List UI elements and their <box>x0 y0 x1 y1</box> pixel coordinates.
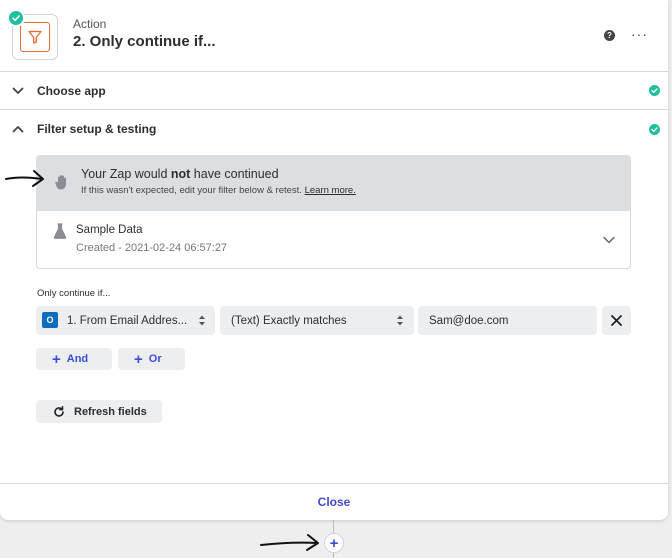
chevron-down-icon[interactable] <box>602 235 616 245</box>
step-title: 2. Only continue if... <box>73 33 216 50</box>
flask-icon <box>53 223 67 239</box>
filter-result-alert: Your Zap would not have continued If thi… <box>36 155 631 211</box>
field-select-value: 1. From Email Addres... <box>67 314 188 327</box>
close-icon <box>611 315 622 326</box>
alert-title: Your Zap would not have continued <box>81 167 279 181</box>
sample-data-panel[interactable]: Sample Data Created - 2021-02-24 06:57:2… <box>36 211 631 269</box>
check-circle-icon <box>649 123 660 135</box>
value-input-text: Sam@doe.com <box>429 314 509 327</box>
sample-created: Created - 2021-02-24 06:57:27 <box>76 242 228 254</box>
section-label: Choose app <box>37 83 106 98</box>
condition-select-value: (Text) Exactly matches <box>231 314 347 327</box>
step-complete-icon <box>7 9 25 27</box>
section-choose-app[interactable]: Choose app <box>0 72 668 110</box>
sample-title: Sample Data <box>76 224 143 236</box>
refresh-fields-button[interactable]: Refresh fields <box>36 400 162 423</box>
select-arrows-icon <box>199 315 205 326</box>
refresh-icon <box>54 405 64 417</box>
section-filter-setup[interactable]: Filter setup & testing <box>0 110 668 148</box>
plus-icon: + <box>134 350 143 368</box>
refresh-label: Refresh fields <box>74 405 147 418</box>
step-kind: Action <box>73 17 107 31</box>
add-and-button[interactable]: + And <box>36 348 112 370</box>
stop-hand-icon <box>55 175 66 190</box>
add-or-label: Or <box>148 353 162 365</box>
step-card: Action 2. Only continue if... ? ··· Choo… <box>0 0 668 520</box>
condition-select[interactable]: (Text) Exactly matches <box>220 306 414 335</box>
value-input[interactable]: Sam@doe.com <box>418 306 597 335</box>
learn-more-link[interactable]: Learn more. <box>305 185 356 196</box>
alert-subtitle: If this wasn't expected, edit your filte… <box>81 185 356 196</box>
add-and-label: And <box>66 353 89 365</box>
add-step-button[interactable]: + <box>324 533 344 553</box>
help-icon[interactable]: ? <box>604 30 615 41</box>
filter-label: Only continue if... <box>37 288 111 299</box>
section-label: Filter setup & testing <box>37 122 157 136</box>
annotation-arrow-icon <box>260 534 319 551</box>
annotation-arrow-icon <box>5 170 44 187</box>
field-select[interactable]: O 1. From Email Addres... <box>36 306 215 335</box>
plus-icon: + <box>52 350 61 368</box>
outlook-icon: O <box>42 312 58 328</box>
chevron-up-icon <box>12 126 24 133</box>
close-button[interactable]: Close <box>318 495 351 509</box>
step-header[interactable]: Action 2. Only continue if... ? ··· <box>0 0 668 72</box>
panel-footer: Close <box>0 483 668 520</box>
check-circle-icon <box>649 85 660 96</box>
add-or-button[interactable]: + Or <box>118 348 185 370</box>
plus-icon: + <box>329 534 339 552</box>
funnel-icon <box>28 30 42 44</box>
more-options-icon[interactable]: ··· <box>631 26 648 42</box>
chevron-down-icon <box>12 87 24 94</box>
remove-condition-button[interactable] <box>602 306 631 335</box>
select-arrows-icon <box>397 315 403 326</box>
